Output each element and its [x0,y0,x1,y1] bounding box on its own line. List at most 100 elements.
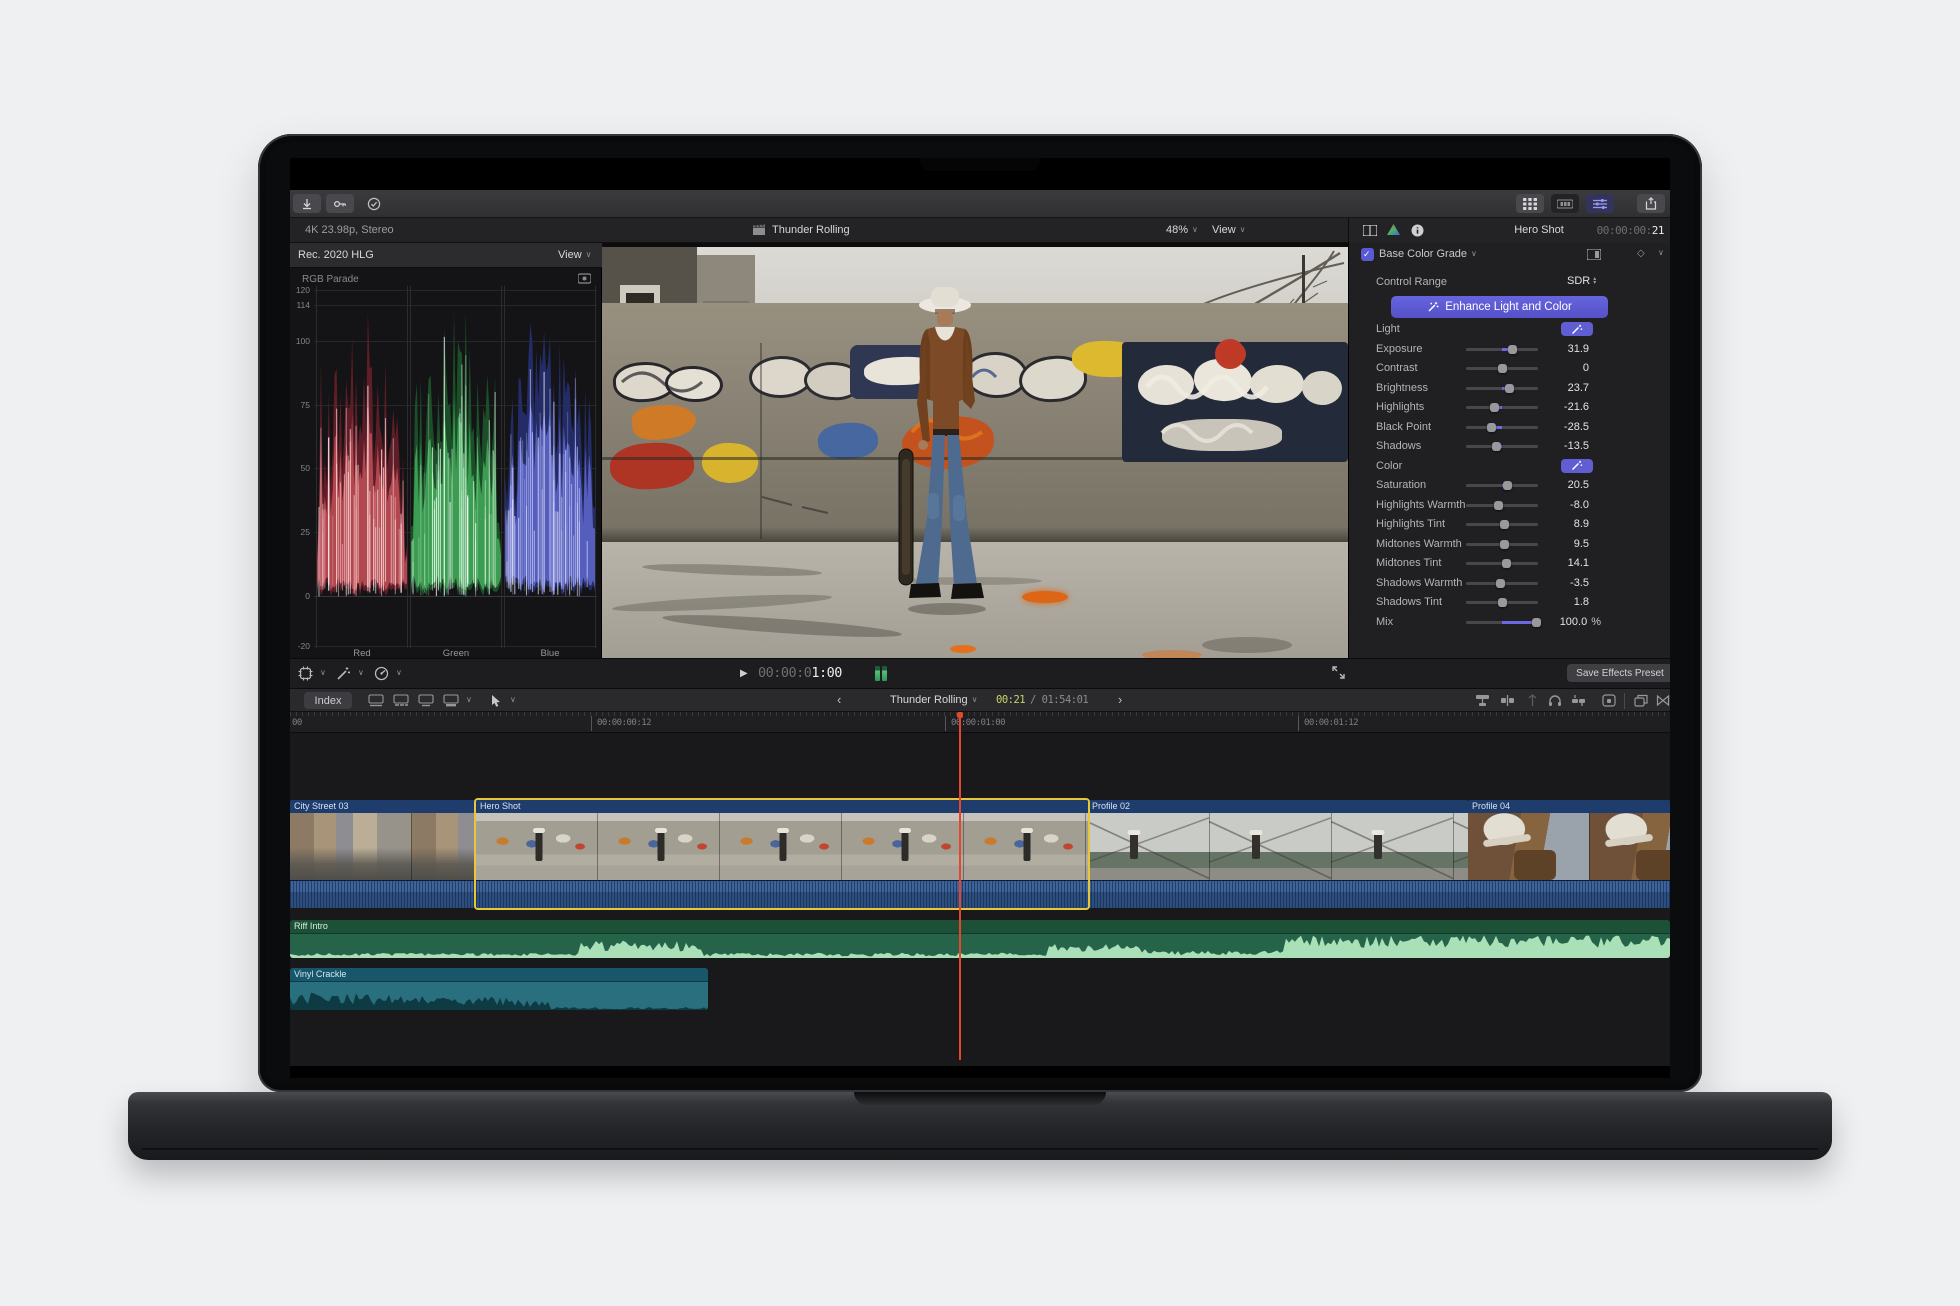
param-slider[interactable] [1466,598,1538,607]
param-value[interactable]: 8.9 [1574,518,1589,530]
param-slider[interactable] [1466,442,1538,451]
overwrite-clip-icon[interactable] [1571,694,1586,707]
scope-settings-icon[interactable] [578,273,591,284]
auto-enhance-wand-button[interactable] [1561,322,1593,336]
clip-appearance-icon-4[interactable] [443,694,459,707]
param-value[interactable]: -13.5 [1564,440,1589,452]
param-slider[interactable] [1466,520,1538,529]
effect-enabled-checkbox[interactable] [1361,248,1374,261]
crop-icon[interactable] [298,666,313,681]
tool-menu-chevron[interactable] [506,694,516,706]
clip-appearance-icon-1[interactable] [368,694,384,707]
playhead[interactable] [957,712,963,1060]
param-value[interactable]: 14.1 [1568,557,1589,569]
param-slider[interactable] [1466,559,1538,568]
render-settings-icon[interactable] [1602,694,1616,707]
param-slider[interactable] [1466,403,1538,412]
param-value[interactable]: 9.5 [1574,538,1589,550]
slider-thumb[interactable] [1499,539,1509,549]
timeline-project-menu[interactable]: Thunder Rolling [890,688,978,713]
effect-name-menu[interactable]: Base Color Grade [1379,248,1477,260]
param-value[interactable]: 100.0% [1560,616,1601,628]
play-button[interactable] [740,667,748,679]
param-slider[interactable] [1466,617,1542,627]
keywords-button[interactable] [326,194,354,213]
slider-thumb[interactable] [1491,442,1501,451]
retime-icon[interactable] [374,666,389,681]
clip-appearance-chevron[interactable] [462,694,472,706]
enhance-menu-chevron[interactable] [354,667,364,679]
param-slider[interactable] [1466,383,1538,393]
connect-clip-icon[interactable] [1475,694,1490,707]
color-inspector-icon[interactable] [1387,224,1400,236]
param-slider[interactable] [1466,364,1538,373]
next-project-arrow[interactable]: › [1118,692,1122,707]
enhance-light-color-button[interactable]: Enhance Light and Color [1391,296,1608,318]
browser-toggle-button[interactable] [1516,194,1544,213]
param-slider[interactable] [1466,500,1538,510]
param-slider[interactable] [1466,578,1538,588]
viewer-zoom-menu[interactable]: 48% [1166,218,1198,243]
effect-collapse-chevron[interactable] [1654,247,1664,259]
slider-thumb[interactable] [1496,578,1506,588]
control-range-select[interactable]: SDR ▴ ▾ [1567,275,1596,287]
tool-cursor-icon[interactable] [490,694,502,707]
param-value[interactable]: -3.5 [1570,577,1589,589]
compare-screen-icon[interactable] [1587,249,1601,260]
slider-thumb[interactable] [1508,344,1518,354]
timeline-clip-profile-02[interactable]: Profile 02 [1088,800,1468,908]
param-value[interactable]: -21.6 [1564,401,1589,413]
slider-thumb[interactable] [1503,481,1513,490]
param-value[interactable]: 20.5 [1568,479,1589,491]
param-slider[interactable] [1466,481,1538,490]
audio-monitor-icon[interactable] [1548,694,1562,707]
viewer-view-menu[interactable]: View [1212,218,1246,243]
video-inspector-icon[interactable] [1363,225,1377,236]
index-button[interactable]: Index [304,692,352,709]
viewer-timecode[interactable]: 00:00:01:00 [758,665,842,681]
slider-thumb[interactable] [1504,383,1514,393]
previous-project-arrow[interactable]: ‹ [837,692,841,707]
param-slider[interactable] [1466,539,1538,549]
param-value[interactable]: -28.5 [1564,421,1589,433]
clip-appearance-icon-2[interactable] [393,694,409,707]
timeline-toggle-button[interactable] [1551,194,1579,213]
info-inspector-icon[interactable] [1411,224,1424,237]
import-button[interactable] [293,194,321,213]
timeline-clip-city-street-03[interactable]: City Street 03 [290,800,476,908]
param-slider[interactable] [1466,422,1538,432]
slider-thumb[interactable] [1501,559,1511,568]
expand-icon[interactable] [1332,666,1345,679]
audio-clip-riff-intro[interactable]: Riff Intro [290,920,1670,958]
timeline-clip-profile-04[interactable]: Profile 04 [1468,800,1670,908]
auto-enhance-wand-button[interactable] [1561,458,1593,473]
enhance-wand-icon[interactable] [336,666,351,681]
append-clip-icon[interactable] [1525,694,1540,707]
video-frame[interactable] [602,247,1348,658]
inspector-timecode[interactable]: 00:00:00:21 [1597,218,1665,243]
slider-thumb[interactable] [1490,403,1500,412]
slider-thumb[interactable] [1532,617,1542,627]
crop-menu-chevron[interactable] [316,667,326,679]
slider-thumb[interactable] [1497,364,1507,373]
param-value[interactable]: 23.7 [1568,382,1589,394]
retime-menu-chevron[interactable] [392,667,402,679]
insert-clip-icon[interactable] [1500,694,1515,707]
slider-thumb[interactable] [1498,598,1508,607]
scope-view-menu[interactable]: View [558,243,592,268]
timeline-ruler[interactable]: 00 00:00:00:12 00:00:01:00 00:00:01:12 [290,712,1670,733]
param-value[interactable]: 1.8 [1574,596,1589,608]
slider-thumb[interactable] [1493,500,1503,510]
keyframe-diamond-icon[interactable] [1637,247,1645,259]
duplicate-timeline-icon[interactable] [1634,694,1648,707]
clip-appearance-icon-3[interactable] [418,694,434,707]
slider-thumb[interactable] [1499,520,1509,529]
save-effects-preset-button[interactable]: Save Effects Preset [1567,664,1670,682]
param-slider[interactable] [1466,344,1538,354]
background-tasks-button[interactable] [360,194,388,213]
slider-thumb[interactable] [1487,422,1497,432]
param-value[interactable]: -8.0 [1570,499,1589,511]
timeline-clip-hero-shot[interactable]: Hero Shot [476,800,1088,908]
share-button[interactable] [1637,194,1665,213]
skimming-bowtie-icon[interactable] [1656,694,1670,707]
